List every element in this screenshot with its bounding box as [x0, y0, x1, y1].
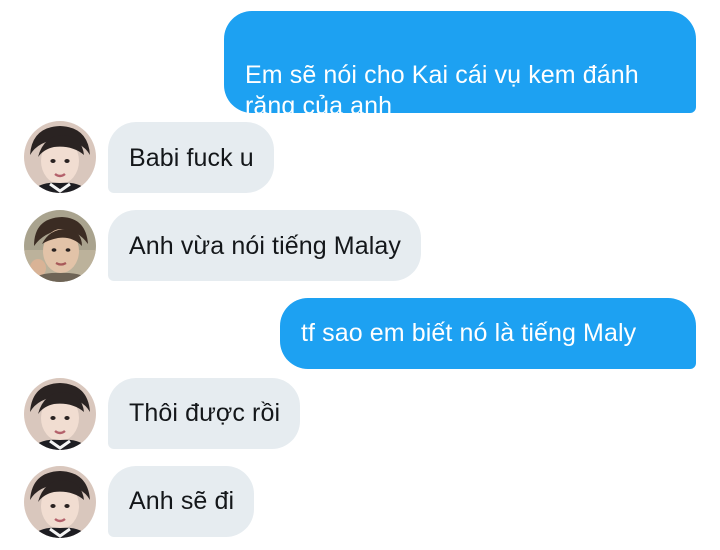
- message-text: Babi fuck u: [129, 144, 254, 172]
- incoming-message-bubble[interactable]: Thôi được rồi: [108, 378, 301, 449]
- avatar[interactable]: [24, 378, 96, 450]
- person-avatar-icon: [24, 378, 96, 450]
- person-avatar-icon: [24, 466, 96, 538]
- outgoing-message-bubble[interactable]: tf sao em biết nó là tiếng Maly: [280, 298, 696, 369]
- message-text: Em sẽ nói cho Kai cái vụ kem đánh răng c…: [245, 61, 639, 120]
- incoming-message-bubble[interactable]: Babi fuck u: [108, 122, 274, 193]
- avatar[interactable]: [24, 466, 96, 538]
- message-text: Thôi được rồi: [129, 399, 281, 427]
- message-text: Anh vừa nói tiếng Malay: [129, 232, 401, 260]
- message-text: tf sao em biết nó là tiếng Maly: [301, 319, 637, 347]
- avatar[interactable]: [24, 121, 96, 193]
- incoming-message-bubble[interactable]: Anh vừa nói tiếng Malay: [108, 210, 421, 281]
- person-avatar-icon: [24, 210, 96, 282]
- outgoing-message-bubble[interactable]: Em sẽ nói cho Kai cái vụ kem đánh răng c…: [224, 11, 696, 120]
- person-avatar-icon: [24, 121, 96, 193]
- incoming-message-bubble[interactable]: Anh sẽ đi: [108, 466, 255, 537]
- message-text: Anh sẽ đi: [129, 487, 235, 515]
- avatar[interactable]: [24, 210, 96, 282]
